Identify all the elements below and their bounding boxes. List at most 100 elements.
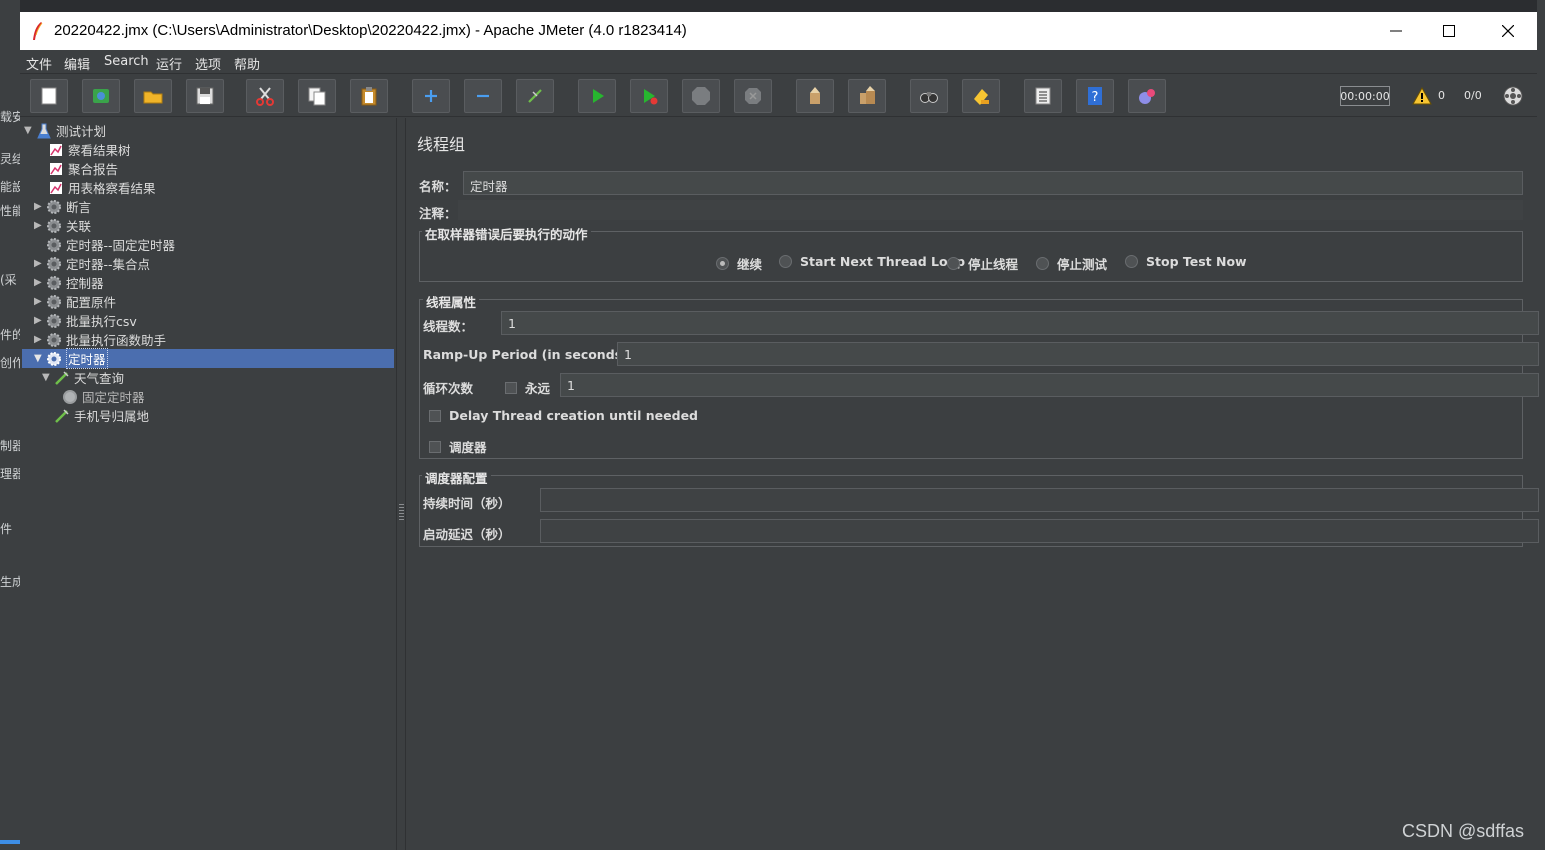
- collapse-button[interactable]: [464, 79, 502, 113]
- copy-button[interactable]: [298, 79, 336, 113]
- radio-icon[interactable]: [1036, 257, 1049, 270]
- function-helper-button[interactable]: [1024, 79, 1062, 113]
- open-button[interactable]: [134, 79, 172, 113]
- duration-field[interactable]: [540, 488, 1539, 512]
- remote-button[interactable]: [1128, 79, 1166, 113]
- warning-icon[interactable]: [1412, 87, 1432, 105]
- search-button[interactable]: [910, 79, 948, 113]
- comment-field[interactable]: [458, 200, 1523, 220]
- checkbox-icon[interactable]: [429, 440, 441, 453]
- tree-node-aggregate-report[interactable]: 聚合报告: [48, 159, 118, 178]
- tree-node-phone-location[interactable]: 手机号归属地: [54, 406, 149, 425]
- maximize-button[interactable]: [1421, 12, 1477, 50]
- clear-button[interactable]: [796, 79, 834, 113]
- reset-search-button[interactable]: [962, 79, 1000, 113]
- thread-group-icon: [46, 237, 62, 253]
- elapsed-timer: 00:00:00: [1340, 86, 1390, 106]
- menu-edit[interactable]: 编辑: [64, 54, 90, 73]
- radio-stop-thread[interactable]: 停止线程: [947, 254, 1018, 273]
- tree-node-weather-query[interactable]: ▼ 天气查询: [42, 368, 124, 387]
- split-pane-divider[interactable]: [396, 118, 406, 850]
- start-no-pauses-button[interactable]: [630, 79, 668, 113]
- tree-node-timer-rendezvous[interactable]: ▶ 定时器--集合点: [34, 254, 150, 273]
- expand-button[interactable]: [412, 79, 450, 113]
- tree-node-timer-constant[interactable]: 定时器--固定定时器: [46, 235, 175, 254]
- checkbox-icon[interactable]: [505, 381, 517, 394]
- tree-collapsed-icon[interactable]: ▶: [34, 201, 46, 212]
- tree-node-constant-timer[interactable]: 固定定时器: [62, 387, 145, 406]
- stop-icon: [692, 87, 710, 105]
- tree-node-assertion[interactable]: ▶ 断言: [34, 197, 91, 216]
- loop-count-label: 循环次数: [423, 381, 474, 396]
- start-button[interactable]: [578, 79, 616, 113]
- tree-node-timer-selected[interactable]: ▼ 定时器: [22, 348, 394, 369]
- save-icon: [196, 87, 214, 105]
- menu-help[interactable]: 帮助: [234, 54, 260, 73]
- tree-node-table-results[interactable]: 用表格察看结果: [48, 178, 156, 197]
- error-action-title: 在取样器错误后要执行的动作: [422, 224, 591, 243]
- stop-button[interactable]: [682, 79, 720, 113]
- radio-start-next-thread-loop[interactable]: Start Next Thread Loop: [779, 254, 965, 269]
- tree-node-batch-csv[interactable]: ▶ 批量执行csv: [34, 311, 137, 330]
- toggle-button[interactable]: [516, 79, 554, 113]
- thread-group-icon: [46, 294, 62, 310]
- clear-all-icon: [860, 86, 875, 104]
- thread-group-icon: [46, 199, 62, 215]
- tree-collapsed-icon[interactable]: ▶: [34, 334, 46, 345]
- radio-icon[interactable]: [947, 257, 960, 270]
- bg-fragment: 性能: [0, 204, 20, 218]
- radio-selected-icon[interactable]: [716, 257, 729, 270]
- tree-node-controller[interactable]: ▶ 控制器: [34, 273, 104, 292]
- tree-expanded-icon[interactable]: ▼: [34, 353, 46, 364]
- bg-fragment: 件: [0, 522, 13, 536]
- shutdown-button[interactable]: [734, 79, 772, 113]
- new-button[interactable]: [30, 79, 68, 113]
- forever-checkbox[interactable]: 永远: [505, 378, 550, 397]
- radio-stop-test[interactable]: 停止测试: [1036, 254, 1107, 273]
- tree-collapsed-icon[interactable]: ▶: [34, 220, 46, 231]
- name-field[interactable]: 定时器: [463, 171, 1523, 195]
- tree-node-test-plan[interactable]: ▼ 测试计划: [24, 121, 106, 140]
- loop-count-field[interactable]: 1: [560, 373, 1539, 397]
- scheduler-checkbox[interactable]: 调度器: [429, 437, 487, 456]
- tree-expanded-icon[interactable]: ▼: [42, 372, 54, 383]
- radio-icon[interactable]: [779, 255, 792, 268]
- delay-thread-creation-checkbox[interactable]: Delay Thread creation until needed: [429, 408, 698, 423]
- jmeter-window: 20220422.jmx (C:\Users\Administrator\Des…: [20, 12, 1539, 850]
- menu-options[interactable]: 选项: [195, 54, 221, 73]
- startup-delay-field[interactable]: [540, 519, 1539, 543]
- divider-grip-icon[interactable]: [399, 502, 404, 520]
- menu-run[interactable]: 运行: [156, 54, 182, 73]
- start-icon: [593, 89, 604, 103]
- listener-icon: [48, 161, 64, 177]
- help-button[interactable]: ?: [1076, 79, 1114, 113]
- radio-continue[interactable]: 继续: [716, 254, 762, 273]
- tree-collapsed-icon[interactable]: ▶: [34, 258, 46, 269]
- radio-stop-test-now[interactable]: Stop Test Now: [1125, 254, 1247, 269]
- templates-button[interactable]: [82, 79, 120, 113]
- test-plan-tree: ▼ 测试计划 察看结果树 聚合报告 用表格察看结果 ▶ 断言 ▶ 关联 定时器-…: [20, 118, 396, 850]
- paste-button[interactable]: [350, 79, 388, 113]
- close-icon: [1502, 25, 1514, 37]
- tree-node-config-element[interactable]: ▶ 配置原件: [34, 292, 116, 311]
- tree-expanded-icon[interactable]: ▼: [24, 125, 36, 136]
- threads-field[interactable]: 1: [501, 311, 1539, 335]
- title-bar[interactable]: 20220422.jmx (C:\Users\Administrator\Des…: [20, 12, 1537, 50]
- tree-node-view-results-tree[interactable]: 察看结果树: [48, 140, 131, 159]
- cut-button[interactable]: [246, 79, 284, 113]
- maximize-icon: [1443, 25, 1455, 37]
- close-button[interactable]: [1480, 12, 1536, 50]
- radio-icon[interactable]: [1125, 255, 1138, 268]
- tree-node-batch-function-helper[interactable]: ▶ 批量执行函数助手: [34, 330, 166, 349]
- tree-collapsed-icon[interactable]: ▶: [34, 315, 46, 326]
- save-button[interactable]: [186, 79, 224, 113]
- tree-node-correlation[interactable]: ▶ 关联: [34, 216, 91, 235]
- menu-file[interactable]: 文件: [26, 54, 52, 73]
- menu-search[interactable]: Search: [104, 54, 149, 69]
- tree-collapsed-icon[interactable]: ▶: [34, 296, 46, 307]
- checkbox-icon[interactable]: [429, 409, 441, 422]
- minimize-button[interactable]: [1368, 12, 1424, 50]
- clear-all-button[interactable]: [848, 79, 886, 113]
- rampup-field[interactable]: 1: [617, 342, 1539, 366]
- tree-collapsed-icon[interactable]: ▶: [34, 277, 46, 288]
